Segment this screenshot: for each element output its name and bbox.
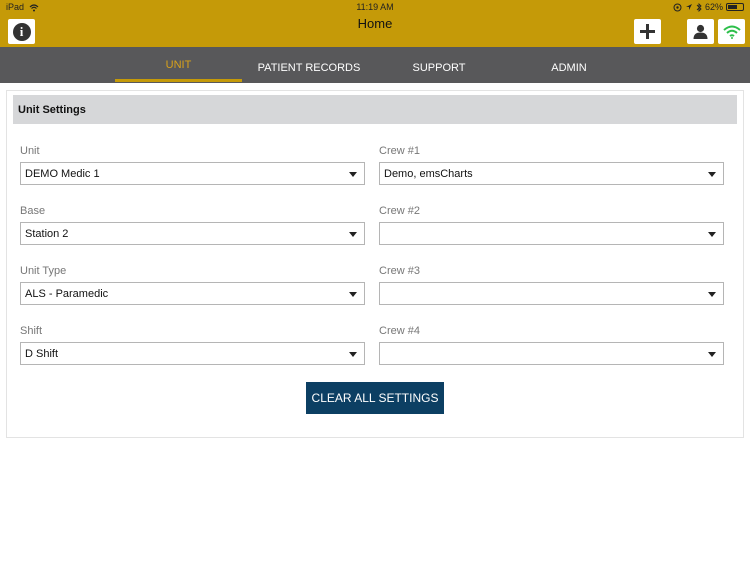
user-button[interactable]	[687, 19, 714, 44]
base-value: Station 2	[25, 228, 69, 240]
info-icon: i	[12, 22, 31, 41]
tab-unit[interactable]: UNIT	[115, 47, 242, 83]
tab-patient-records[interactable]: PATIENT RECORDS	[244, 47, 374, 83]
crew-4-label: Crew #4	[379, 325, 420, 337]
base-select[interactable]: Station 2	[20, 222, 365, 245]
wifi-icon	[722, 25, 741, 39]
dropdown-caret-icon	[708, 292, 716, 297]
unit-label: Unit	[20, 145, 40, 157]
crew-1-value: Demo, emsCharts	[384, 168, 473, 180]
user-icon	[693, 24, 708, 39]
battery-percent: 62%	[704, 2, 723, 12]
battery-icon	[726, 3, 744, 11]
dropdown-caret-icon	[349, 292, 357, 297]
tab-admin-label: ADMIN	[551, 62, 587, 74]
add-button[interactable]	[634, 19, 661, 44]
header-bar: iPad 11:19 AM 62% Home i	[0, 0, 750, 47]
connection-button[interactable]	[718, 19, 745, 44]
unit-settings-title: Unit Settings	[13, 95, 737, 124]
tab-admin[interactable]: ADMIN	[504, 47, 634, 83]
dropdown-caret-icon	[349, 172, 357, 177]
plus-icon	[640, 24, 655, 39]
info-button[interactable]: i	[8, 19, 35, 44]
dropdown-caret-icon	[708, 352, 716, 357]
unit-type-label: Unit Type	[20, 265, 67, 277]
crew-3-select[interactable]	[379, 282, 724, 305]
unit-value: DEMO Medic 1	[25, 168, 100, 180]
dropdown-caret-icon	[349, 352, 357, 357]
tab-support[interactable]: SUPPORT	[374, 47, 504, 83]
status-right: 62%	[673, 2, 744, 12]
active-tab-indicator	[115, 79, 242, 82]
unit-select[interactable]: DEMO Medic 1	[20, 162, 365, 185]
crew-3-label: Crew #3	[379, 265, 420, 277]
status-time: 11:19 AM	[356, 2, 394, 12]
tab-support-label: SUPPORT	[412, 62, 466, 74]
crew-2-select[interactable]	[379, 222, 724, 245]
crew-1-select[interactable]: Demo, emsCharts	[379, 162, 724, 185]
tab-unit-label: UNIT	[165, 59, 192, 71]
bluetooth-icon	[696, 2, 702, 12]
location-icon	[685, 4, 692, 10]
dropdown-caret-icon	[708, 172, 716, 177]
crew-1-label: Crew #1	[379, 145, 420, 157]
shift-select[interactable]: D Shift	[20, 342, 365, 365]
crew-2-label: Crew #2	[379, 205, 420, 217]
crew-4-select[interactable]	[379, 342, 724, 365]
unit-type-select[interactable]: ALS - Paramedic	[20, 282, 365, 305]
shift-value: D Shift	[25, 348, 59, 360]
lock-rotation-icon	[673, 3, 682, 11]
unit-type-value: ALS - Paramedic	[25, 288, 109, 300]
shift-label: Shift	[20, 325, 43, 337]
base-label: Base	[20, 205, 46, 217]
tab-patient-records-label: PATIENT RECORDS	[257, 62, 361, 74]
dropdown-caret-icon	[708, 232, 716, 237]
clear-all-settings-button[interactable]: CLEAR ALL SETTINGS	[306, 382, 444, 414]
main-nav: UNIT PATIENT RECORDS SUPPORT ADMIN	[0, 47, 750, 83]
dropdown-caret-icon	[349, 232, 357, 237]
